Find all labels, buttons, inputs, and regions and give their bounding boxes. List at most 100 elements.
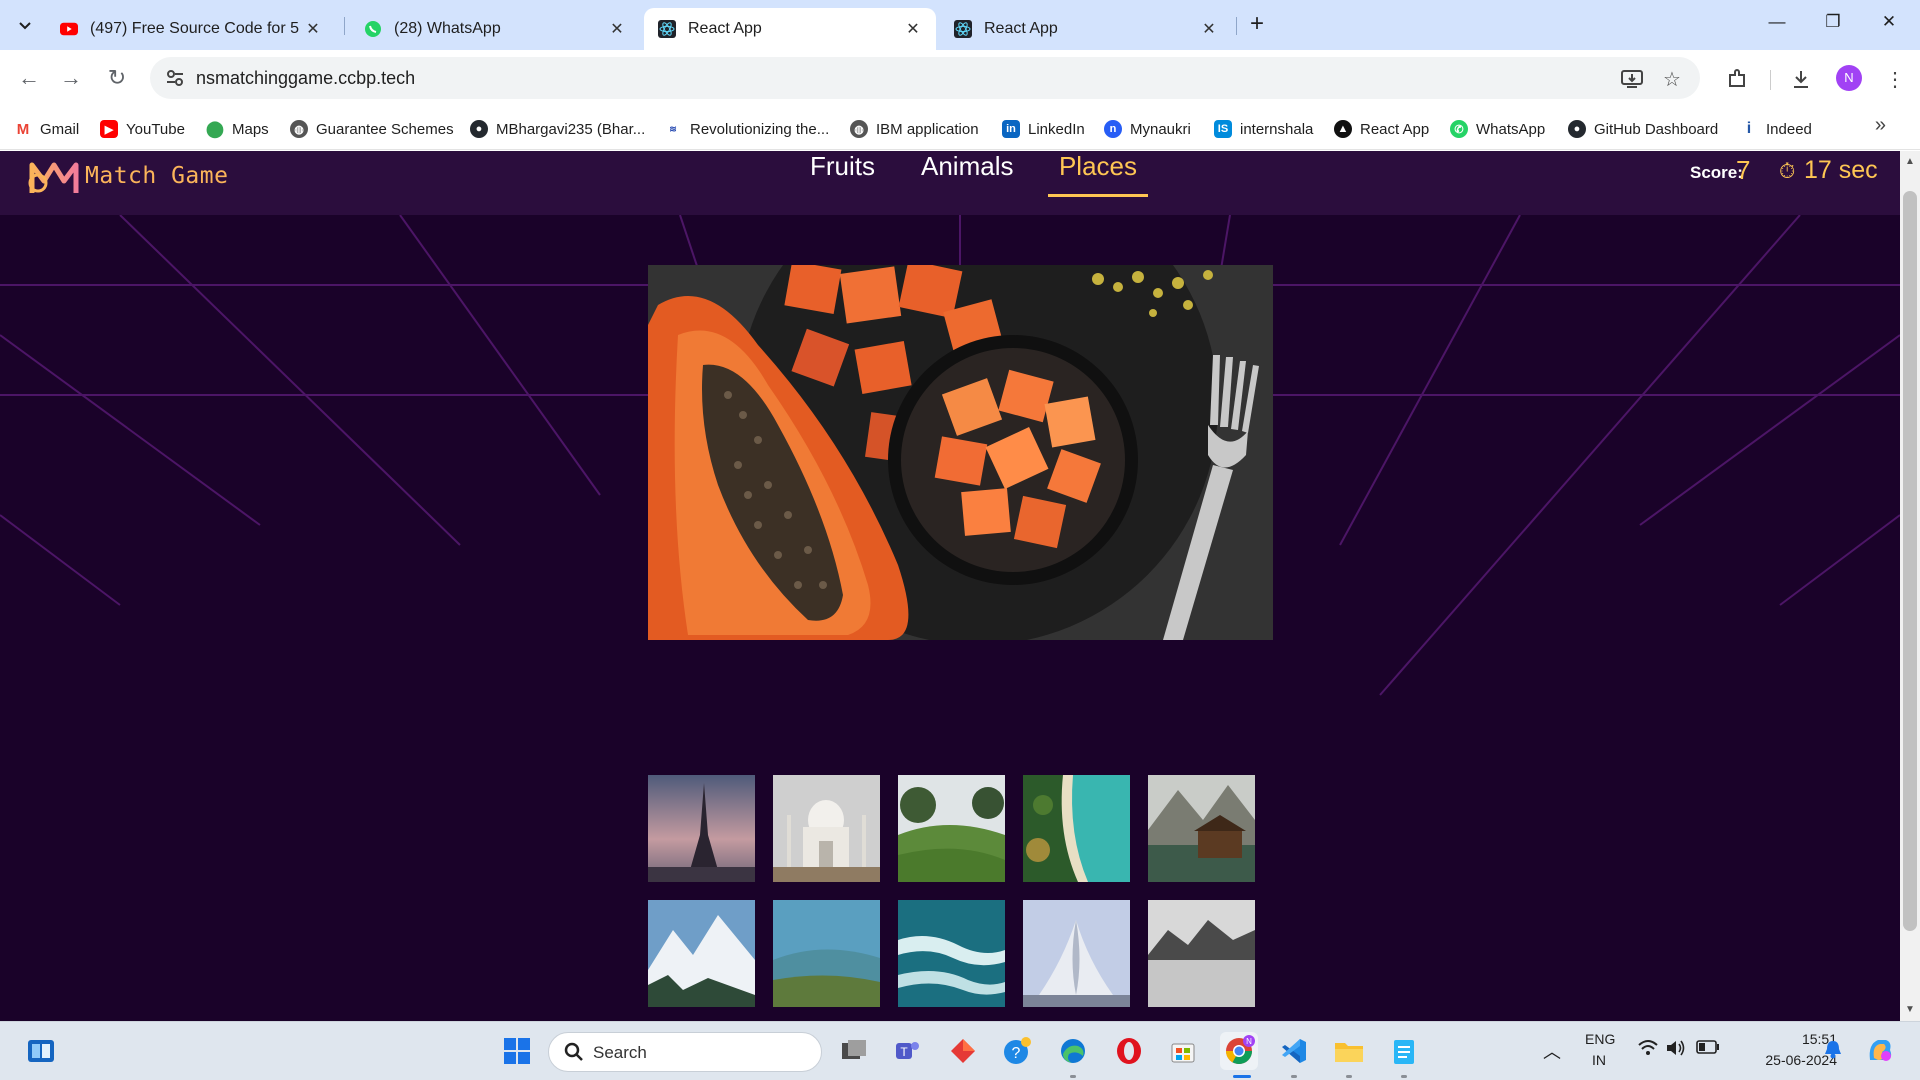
running-indicator [1346, 1075, 1352, 1078]
bookmark-revolutionizing[interactable]: ≋ Revolutionizing the... [664, 116, 829, 142]
download-icon[interactable] [1786, 64, 1816, 94]
copilot-icon[interactable] [1864, 1034, 1896, 1069]
taskbar-search-input[interactable]: Search [548, 1032, 822, 1072]
microsoft-store-icon[interactable] [1164, 1032, 1202, 1070]
minimize-button[interactable]: — [1754, 12, 1800, 38]
running-indicator [1291, 1075, 1297, 1078]
wifi-icon[interactable] [1637, 1039, 1659, 1062]
bookmark-youtube[interactable]: ▶ YouTube [100, 116, 185, 142]
window-close-button[interactable]: ✕ [1866, 12, 1912, 38]
bookmark-label: Gmail [40, 120, 80, 138]
bookmark-react-app[interactable]: ▲ React App [1334, 116, 1429, 142]
more-bookmarks-icon[interactable]: » [1875, 114, 1886, 137]
extensions-icon[interactable] [1722, 64, 1752, 94]
bookmark-mbhargavi[interactable]: ● MBhargavi235 (Bhar... [470, 116, 645, 142]
scroll-thumb[interactable] [1903, 191, 1917, 931]
teams-icon[interactable]: T [888, 1032, 926, 1070]
thumbnail-eiffel-tower[interactable] [648, 775, 755, 882]
forward-button[interactable]: → [56, 63, 86, 93]
internshala-icon: IS [1214, 120, 1232, 138]
opera-icon[interactable] [1110, 1032, 1148, 1070]
bookmark-gmail[interactable]: M Gmail [14, 116, 79, 142]
tab-title: React App [688, 20, 762, 37]
thumbnail-green-hills[interactable] [898, 775, 1005, 882]
bookmark-star-icon[interactable]: ☆ [1660, 67, 1684, 91]
file-explorer-icon[interactable] [1330, 1032, 1368, 1070]
close-icon[interactable]: ✕ [904, 19, 922, 39]
bookmark-ibm[interactable]: ◍ IBM application [850, 116, 979, 142]
start-windows-icon[interactable] [498, 1032, 536, 1070]
tray-overflow-chevron-icon[interactable]: ︿ [1543, 1038, 1561, 1064]
url-text[interactable]: nsmatchinggame.ccbp.tech [196, 68, 415, 89]
bookmark-github-dashboard[interactable]: ● GitHub Dashboard [1568, 116, 1718, 142]
new-tab-button[interactable]: + [1244, 12, 1270, 38]
chrome-icon[interactable]: N [1220, 1032, 1258, 1070]
site-info-icon[interactable] [164, 67, 186, 89]
close-icon[interactable]: ✕ [304, 19, 322, 39]
help-icon[interactable]: ? [998, 1032, 1036, 1070]
region-indicator[interactable]: IN [1592, 1052, 1606, 1068]
svg-text:N: N [1246, 1037, 1252, 1046]
close-icon[interactable]: ✕ [1200, 19, 1218, 39]
thumbnail-taj-mahal[interactable] [773, 775, 880, 882]
page-scrollbar[interactable]: ▲ ▼ [1900, 151, 1920, 1021]
volume-icon[interactable] [1665, 1039, 1687, 1060]
tab-search-button[interactable] [10, 10, 40, 40]
thumbnail-ocean-waves[interactable] [898, 900, 1005, 1007]
running-indicator [1401, 1075, 1407, 1078]
bookmark-indeed[interactable]: i Indeed [1740, 116, 1812, 142]
install-app-icon[interactable] [1620, 67, 1644, 91]
notepad-icon[interactable] [1385, 1032, 1423, 1070]
thumbnail-mountain-valley[interactable] [773, 900, 880, 1007]
widgets-icon[interactable] [22, 1032, 60, 1070]
tab-whatsapp[interactable]: (28) WhatsApp ✕ [350, 8, 640, 50]
bookmark-label: Maps [232, 120, 269, 138]
profile-avatar[interactable]: N [1836, 65, 1862, 91]
reload-button[interactable]: ↻ [102, 63, 132, 93]
bookmark-mynaukri[interactable]: n Mynaukri [1104, 116, 1191, 142]
bookmark-label: Revolutionizing the... [690, 120, 830, 138]
bookmark-guarantee-schemes[interactable]: ◍ Guarantee Schemes [290, 116, 454, 142]
react-app-icon: ▲ [1334, 120, 1352, 138]
scroll-down-arrow-icon[interactable]: ▼ [1900, 1001, 1920, 1019]
tab-react-app[interactable]: React App ✕ [940, 8, 1232, 50]
menu-kebab-icon[interactable]: ⋮ [1880, 64, 1910, 94]
thumbnail-misty-peaks[interactable] [1148, 900, 1255, 1007]
bookmark-internshala[interactable]: IS internshala [1214, 116, 1313, 142]
browser-toolbar: ← → ↻ nsmatchinggame.ccbp.tech ☆ N ⋮ [0, 50, 1920, 108]
vscode-icon[interactable] [1275, 1032, 1313, 1070]
close-icon[interactable]: ✕ [608, 19, 626, 39]
notification-bell-icon[interactable] [1824, 1039, 1842, 1062]
svg-text:T: T [900, 1045, 908, 1059]
bookmark-label: React App [1360, 120, 1430, 138]
battery-icon[interactable] [1696, 1040, 1720, 1057]
restore-button[interactable]: ❐ [1810, 12, 1856, 38]
diamond-app-icon[interactable] [944, 1032, 982, 1070]
task-view-icon[interactable] [835, 1032, 873, 1070]
thumbnail-lotus-temple[interactable] [1023, 900, 1130, 1007]
tab-places[interactable]: Places [1048, 151, 1148, 197]
tab-title: React App [984, 20, 1058, 37]
thumbnail-lake-cabin[interactable] [1148, 775, 1255, 882]
running-indicator [1070, 1075, 1076, 1078]
tab-fruits[interactable]: Fruits [810, 151, 875, 194]
language-indicator[interactable]: ENG [1585, 1031, 1615, 1047]
back-button[interactable]: ← [14, 63, 44, 93]
edge-icon[interactable] [1054, 1032, 1092, 1070]
scroll-up-arrow-icon[interactable]: ▲ [1900, 153, 1920, 171]
bookmark-whatsapp[interactable]: ✆ WhatsApp [1450, 116, 1545, 142]
tab-youtube[interactable]: (497) Free Source Code for 5 Re ✕ [46, 8, 336, 50]
tab-animals[interactable]: Animals [921, 151, 1013, 194]
tab-strip: (497) Free Source Code for 5 Re ✕ (28) W… [0, 0, 1920, 50]
thumbnail-snowy-mountains[interactable] [648, 900, 755, 1007]
globe-icon: ◍ [850, 120, 868, 138]
tab-react-app-active[interactable]: React App ✕ [644, 8, 936, 50]
svg-text:?: ? [1012, 1045, 1021, 1062]
address-bar[interactable]: nsmatchinggame.ccbp.tech ☆ [150, 57, 1700, 99]
bookmark-maps[interactable]: ⬤ Maps [206, 116, 269, 142]
thumbnail-aerial-beach[interactable] [1023, 775, 1130, 882]
clock-date[interactable]: 25-06-2024 [1737, 1052, 1837, 1068]
tab-divider [1236, 17, 1237, 35]
bookmark-linkedin[interactable]: in LinkedIn [1002, 116, 1085, 142]
tab-title: (28) WhatsApp [394, 20, 501, 37]
